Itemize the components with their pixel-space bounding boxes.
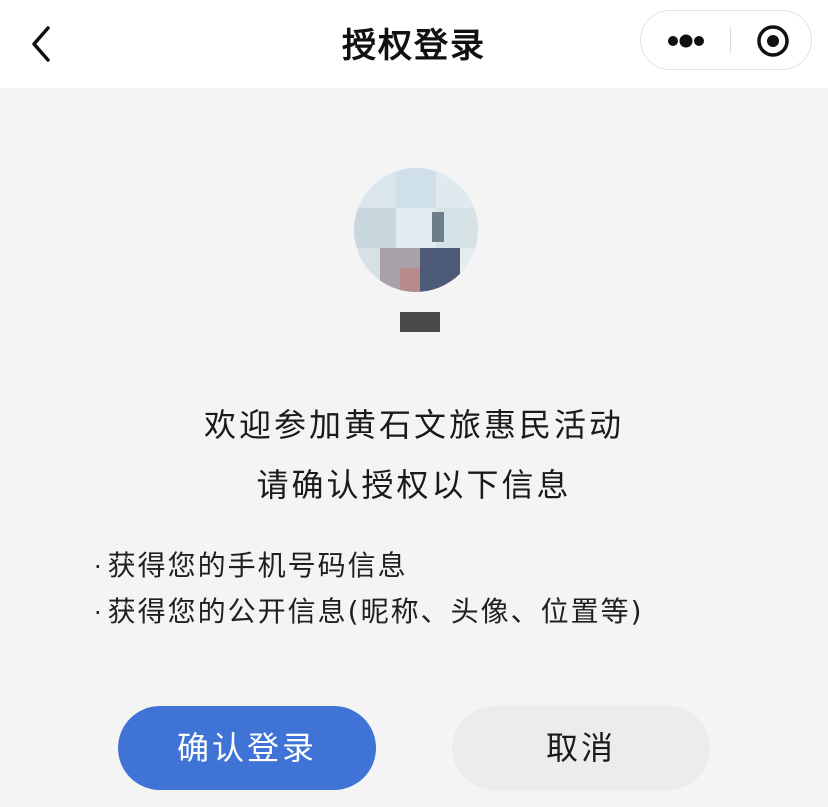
bullet: · <box>94 553 104 581</box>
close-miniprogram-button[interactable] <box>733 11 811 69</box>
permission-item: · 获得您的手机号码信息 <box>94 544 408 584</box>
capsule-divider <box>730 27 731 53</box>
confirm-login-button[interactable]: 确认登录 <box>118 706 376 790</box>
permission-text: 获得您的手机号码信息 <box>107 549 408 582</box>
more-button[interactable] <box>641 11 729 69</box>
menu-capsule <box>640 10 812 70</box>
avatar-mosaic <box>354 168 478 292</box>
permission-text: 获得您的公开信息(昵称、头像、位置等) <box>107 595 644 628</box>
nickname-redacted <box>400 312 440 332</box>
auth-login-page: 授权登录 欢迎参加黄石文旅惠民活动 请确认授权以下信息 · 获得您的手机号码信息… <box>0 0 828 807</box>
navigation-bar: 授权登录 <box>0 0 828 88</box>
cancel-button[interactable]: 取消 <box>452 706 710 790</box>
bullet: · <box>94 599 104 627</box>
more-dots-icon <box>668 34 704 48</box>
welcome-text: 欢迎参加黄石文旅惠民活动 <box>203 406 624 444</box>
confirm-authorization-text: 请确认授权以下信息 <box>256 466 572 504</box>
target-circle-icon <box>757 25 789 57</box>
user-avatar <box>352 168 480 292</box>
permission-item: · 获得您的公开信息(昵称、头像、位置等) <box>94 590 644 630</box>
